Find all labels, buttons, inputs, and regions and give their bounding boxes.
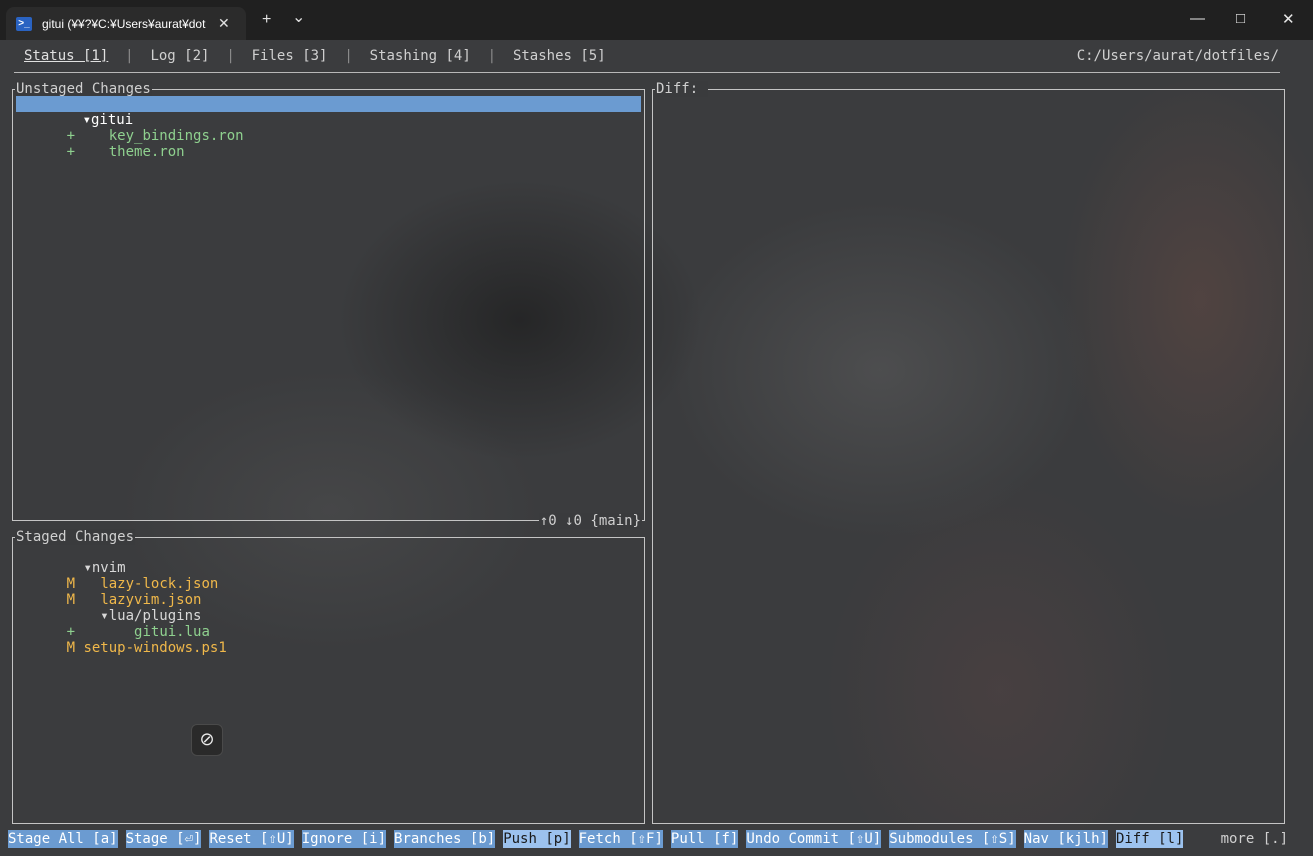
stage-button[interactable]: Stage [⏎]	[125, 830, 202, 848]
tab-stashes[interactable]: Stashes [5]	[513, 48, 606, 68]
push-button[interactable]: Push [p]	[503, 830, 571, 848]
tab-log[interactable]: Log [2]	[150, 48, 209, 68]
file-row[interactable]: + key_bindings.ron	[16, 112, 244, 144]
tab-status[interactable]: Status [1]	[24, 48, 108, 68]
stage-all-button[interactable]: Stage All [a]	[8, 830, 118, 848]
tree-row-gitui[interactable]: ▾gitui	[16, 96, 641, 128]
nav-button[interactable]: Nav [kjlh]	[1023, 830, 1108, 848]
branch-status: ↑0 ↓0 {main}	[538, 513, 642, 529]
tab-dropdown-button[interactable]: ⌄	[292, 10, 305, 26]
tab-title: gitui (¥¥?¥C:¥Users¥aurat¥dot	[42, 16, 206, 31]
more-button[interactable]: more [.]	[1221, 830, 1288, 848]
command-bar: Stage All [a] Stage [⏎] Reset [⇧U] Ignor…	[8, 830, 1191, 848]
reset-button[interactable]: Reset [⇧U]	[209, 830, 294, 848]
file-name: theme.ron	[108, 144, 185, 160]
status-added: +	[66, 144, 76, 160]
nav-separator: |	[226, 48, 235, 64]
file-row[interactable]: + theme.ron	[16, 128, 185, 160]
maximize-button[interactable]: □	[1236, 10, 1245, 27]
diff-button[interactable]: Diff [l]	[1115, 830, 1184, 848]
unstaged-panel[interactable]: Unstaged Changes ▾gitui + key_bindings.r…	[12, 81, 645, 529]
tree-row-nvim[interactable]: ▾nvim	[16, 544, 125, 576]
tab-stashing[interactable]: Stashing [4]	[370, 48, 471, 68]
nav-separator: |	[487, 48, 497, 64]
nav-separator: |	[125, 48, 134, 64]
nav-divider	[14, 72, 1280, 73]
fetch-button[interactable]: Fetch [⇧F]	[578, 830, 663, 848]
diff-title: Diff:	[655, 81, 708, 97]
top-nav: Status [1] | Log [2] | Files [3] | Stash…	[24, 48, 606, 68]
ignore-button[interactable]: Ignore [i]	[301, 830, 387, 848]
title-bar: >_ gitui (¥¥?¥C:¥Users¥aurat¥dot ✕ + ⌄ —…	[0, 0, 1313, 40]
repo-path: C:/Users/aurat/dotfiles/	[1076, 48, 1279, 64]
close-button[interactable]: ✕	[1282, 10, 1295, 28]
staged-title: Staged Changes	[15, 529, 136, 545]
tree-row-lua-plugins[interactable]: ▾lua/plugins	[16, 592, 201, 624]
file-row[interactable]: + gitui.lua	[16, 608, 210, 640]
file-row[interactable]: M setup-windows.ps1	[16, 624, 227, 656]
unstaged-title: Unstaged Changes	[15, 81, 152, 97]
pull-button[interactable]: Pull [f]	[670, 830, 739, 848]
tab-close-icon[interactable]: ✕	[218, 15, 230, 32]
file-row[interactable]: M lazy-lock.json	[16, 560, 219, 592]
nav-separator: |	[344, 48, 353, 64]
not-allowed-cursor-icon: ⊘	[191, 724, 223, 756]
staged-panel[interactable]: Staged Changes ▾nvim M lazy-lock.json M …	[12, 529, 645, 824]
tab-files[interactable]: Files [3]	[252, 48, 328, 68]
file-row[interactable]: M lazyvim.json	[16, 576, 202, 608]
diff-panel[interactable]: Diff:	[652, 81, 1285, 824]
status-modified: M	[66, 640, 76, 656]
powershell-icon: >_	[16, 16, 32, 31]
file-name: setup-windows.ps1	[83, 640, 227, 656]
minimize-button[interactable]: —	[1190, 10, 1205, 27]
terminal[interactable]: Status [1] | Log [2] | Files [3] | Stash…	[0, 40, 1313, 856]
undo-commit-button[interactable]: Undo Commit [⇧U]	[746, 830, 882, 848]
new-tab-button[interactable]: +	[262, 12, 271, 28]
branches-button[interactable]: Branches [b]	[394, 830, 496, 848]
terminal-tab[interactable]: >_ gitui (¥¥?¥C:¥Users¥aurat¥dot ✕	[6, 7, 246, 40]
submodules-button[interactable]: Submodules [⇧S]	[889, 830, 1016, 848]
